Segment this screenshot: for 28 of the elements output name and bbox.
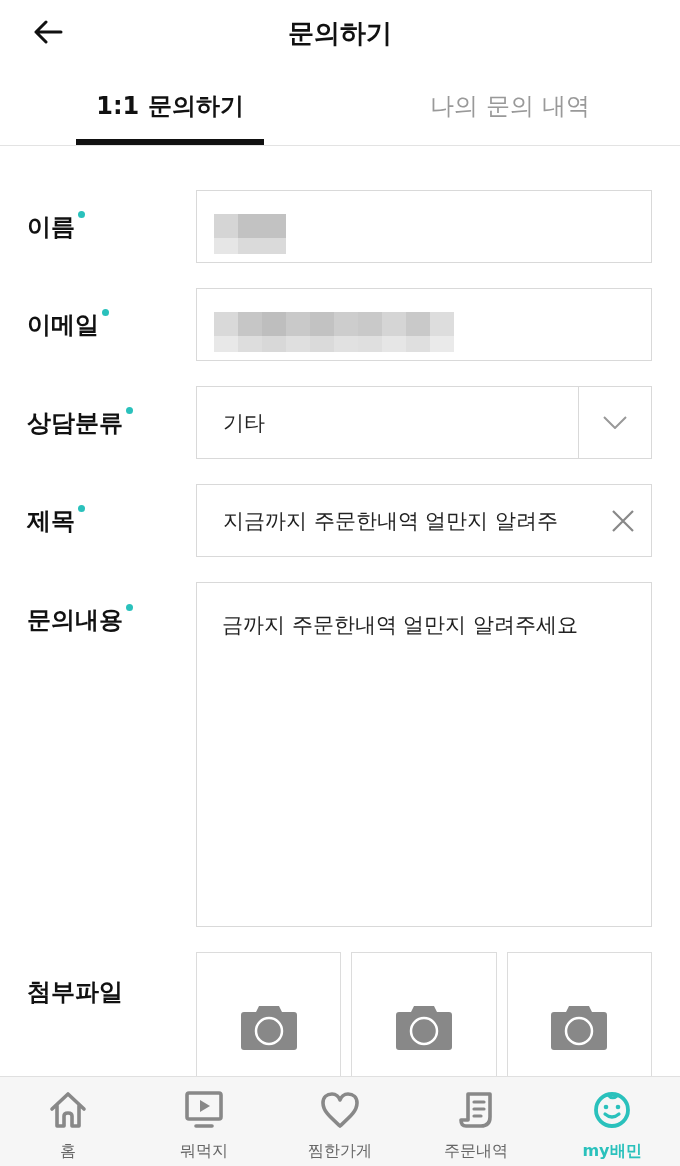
tab[interactable]: 나의 문의 내역 [410, 90, 610, 145]
nav-item[interactable]: 홈 [0, 1077, 136, 1166]
back-arrow-icon[interactable] [33, 20, 63, 44]
photo-upload-slot[interactable] [196, 952, 342, 1076]
field-label: 상담분류 [27, 407, 123, 439]
subject-input-field[interactable]: 지금까지 주문한내역 얼만지 알려주 [196, 484, 652, 557]
monitor-play-icon [184, 1091, 224, 1129]
nav-item[interactable]: 뭐먹지 [136, 1077, 272, 1166]
text-input-field[interactable] [196, 190, 652, 263]
nav-item[interactable]: 찜한가게 [272, 1077, 408, 1166]
category-dropdown[interactable]: 기타 [196, 386, 652, 459]
field-label: 제목 [27, 505, 75, 537]
inquiry-text-area[interactable]: 금까지 주문한내역 얼만지 알려주세요 [196, 582, 652, 927]
clear-icon[interactable] [612, 509, 634, 532]
tab[interactable]: 1:1 문의하기 [76, 90, 264, 145]
page-title: 문의하기 [288, 16, 392, 50]
smiley-face-icon [592, 1091, 632, 1129]
chevron-down-icon [603, 416, 627, 429]
nav-item[interactable]: 주문내역 [408, 1077, 544, 1166]
field-label: 이름 [27, 211, 75, 243]
field-label: 첨부파일 [27, 977, 123, 1008]
text-input-field[interactable] [196, 288, 652, 361]
field-label: 이메일 [27, 309, 99, 341]
home-icon [48, 1091, 88, 1129]
photo-upload-slot[interactable] [351, 952, 497, 1076]
heart-icon [320, 1091, 360, 1129]
field-label: 문의내용 [27, 605, 123, 636]
photo-upload-slot[interactable] [506, 952, 652, 1076]
